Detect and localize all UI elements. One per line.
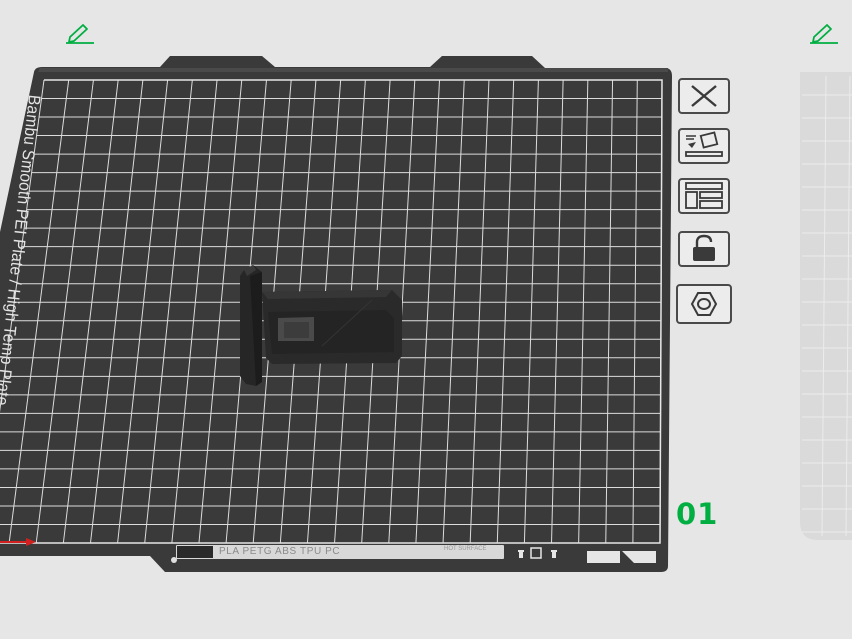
auto-orient-icon (685, 131, 723, 157)
auto-orient-button[interactable] (678, 128, 730, 164)
next-plate-preview[interactable] (800, 72, 852, 540)
plate-settings-button[interactable] (676, 284, 732, 324)
remove-plate-button[interactable] (678, 78, 730, 114)
plate-settings-icon (690, 292, 718, 316)
arrange-icon (685, 182, 723, 209)
arrange-button[interactable] (678, 178, 730, 214)
edit-plate-name-icon[interactable] (64, 22, 96, 44)
lock-plate-button[interactable] (678, 231, 730, 267)
plate-strip-materials: PLA PETG ABS TPU PC (219, 546, 341, 557)
edit-next-plate-name-icon[interactable] (808, 22, 840, 44)
plate-number: 01 (676, 497, 719, 531)
plate-strip-hot-surface: HOT SURFACE (444, 546, 487, 552)
lock-icon (693, 234, 715, 261)
close-icon (691, 85, 717, 107)
